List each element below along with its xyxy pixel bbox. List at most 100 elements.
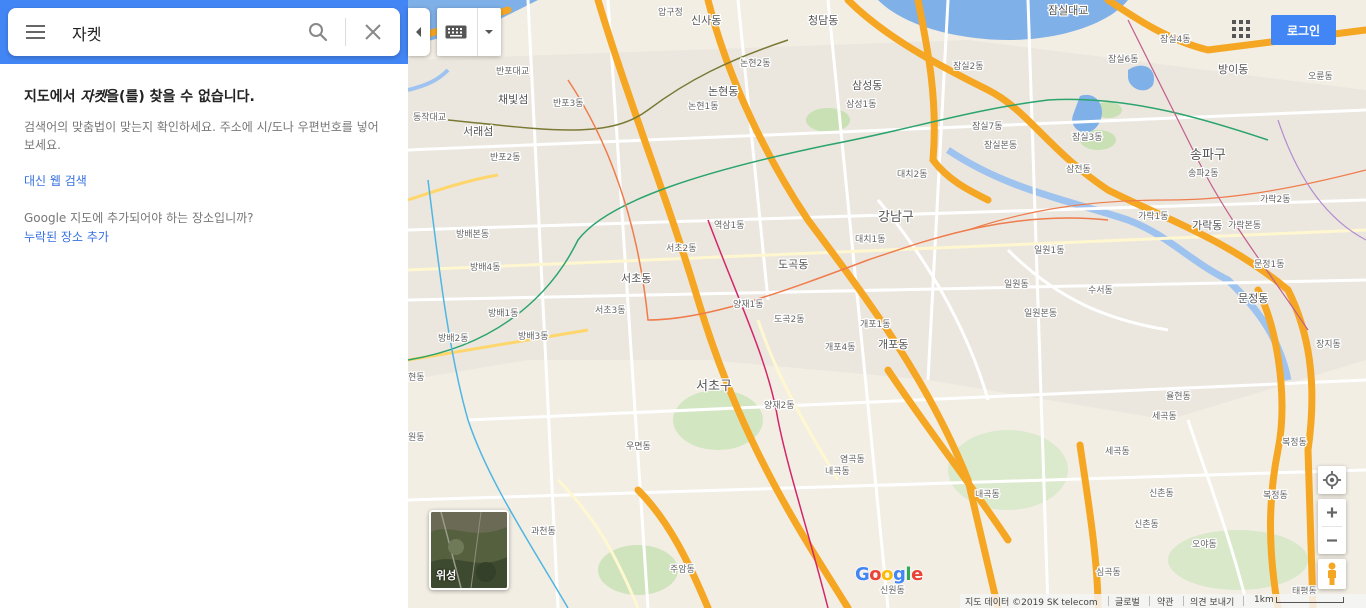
map-label: 신사동 [691, 14, 721, 27]
map-label: 세곡동 [1152, 411, 1177, 422]
my-location-button[interactable] [1318, 466, 1346, 494]
map-label: 양재1동 [733, 299, 764, 310]
map-label: 복정동 [1282, 437, 1307, 448]
satellite-label: 위성 [436, 569, 457, 582]
footer-divider [1183, 596, 1184, 606]
map-label: 반포3동 [553, 98, 584, 109]
map-label: 현동 [408, 372, 425, 383]
input-tools-button[interactable] [437, 8, 501, 56]
map-label: 방배2동 [438, 333, 469, 344]
map-label: 삼성동 [852, 79, 882, 92]
map-tiles: 강남구 서초구 송파구 신사동 청담동 논현2동 압구정 논현1동 반포대교 채… [408, 0, 1366, 608]
map-label: 청담동 [808, 14, 838, 27]
map-label: 개포4동 [825, 342, 856, 353]
search-box [8, 8, 400, 56]
map-label: 방이동 [1218, 63, 1248, 76]
map-label: 잠실대교 [1048, 4, 1088, 17]
map-label: 서초3동 [595, 305, 626, 316]
map-label: 염곡동 [840, 454, 865, 465]
terms-link[interactable]: 약관 [1157, 595, 1174, 608]
map-label: 채빛섬 [498, 93, 528, 106]
map-label: 대치1동 [855, 233, 886, 245]
map-label: 문정1동 [1254, 259, 1285, 270]
map-label: 내곡동 [825, 466, 850, 477]
map-label: 장지동 [1316, 339, 1341, 350]
street-view-pegman[interactable] [1318, 559, 1346, 589]
map-label: 가락본동 [1228, 219, 1261, 231]
map-label: 잠실7동 [972, 121, 1003, 132]
map-label: 신촌동 [1149, 488, 1174, 499]
map-label: 잠실본동 [984, 140, 1017, 151]
zoom-out-button[interactable] [1318, 527, 1346, 554]
search-input[interactable] [70, 20, 294, 46]
map-label: 방배3동 [518, 331, 549, 342]
map-label: 서초2동 [666, 243, 697, 254]
footer-divider [1149, 596, 1150, 606]
map-label: 잠실4동 [1160, 34, 1191, 45]
map-label: 송파2동 [1188, 168, 1219, 179]
global-link[interactable]: 글로벌 [1115, 595, 1140, 608]
send-feedback-link[interactable]: 의견 보내기 [1190, 595, 1234, 608]
crosshair-icon [1323, 471, 1341, 489]
map-label: 오야동 [1192, 539, 1217, 550]
map-label: 복정동 [1263, 490, 1288, 501]
keyboard-icon [445, 25, 467, 39]
map-label: 삼전동 [1066, 164, 1091, 175]
spelling-hint: 검색어의 맞춤법이 맞는지 확인하세요. 주소에 시/도나 우편번호를 넣어보세… [24, 120, 379, 152]
hamburger-menu-icon[interactable] [22, 20, 50, 44]
apps-grid-icon[interactable] [1230, 18, 1252, 40]
map-label: 과천동 [531, 526, 556, 537]
satellite-toggle[interactable]: 위성 [429, 510, 509, 590]
search-divider [345, 18, 346, 46]
map-label: 도곡동 [778, 258, 808, 271]
plus-icon [1327, 507, 1337, 518]
query-text: 자켓 [80, 89, 107, 105]
map-label: 논현동 [708, 85, 738, 98]
map-data-attribution: 지도 데이터 ©2019 SK telecom [965, 598, 1098, 608]
map-label: 압구정 [658, 6, 683, 18]
map-label-gangnam-gu: 강남구 [878, 210, 914, 225]
chevron-down-icon[interactable] [484, 28, 494, 36]
zoom-in-button[interactable] [1318, 499, 1346, 526]
map-label: 개포동 [878, 338, 908, 351]
search-icon[interactable] [306, 20, 330, 44]
map-canvas[interactable]: 강남구 서초구 송파구 신사동 청담동 논현2동 압구정 논현1동 반포대교 채… [408, 0, 1366, 608]
map-label: 원동 [408, 432, 425, 443]
map-label: 도곡2동 [774, 314, 805, 325]
footer-divider [1108, 596, 1109, 606]
map-label-songpa-gu: 송파구 [1190, 148, 1226, 163]
side-panel: 지도에서 자켓을(를) 찾을 수 없습니다. 검색어의 맞춤법이 맞는지 확인하… [0, 0, 408, 608]
scale-bar [1276, 597, 1344, 603]
map-label: 율현동 [1166, 391, 1191, 402]
map-label: 오륜동 [1308, 71, 1333, 82]
map-label: 서래섬 [463, 125, 493, 138]
map-label: 잠실3동 [1072, 132, 1103, 143]
map-label: 세곡동 [1105, 446, 1130, 457]
login-button[interactable]: 로그인 [1271, 15, 1336, 45]
close-icon[interactable] [361, 20, 385, 44]
map-label: 내곡동 [975, 489, 1000, 500]
map-label: 가락2동 [1260, 193, 1291, 205]
map-label: 잠실2동 [953, 61, 984, 72]
map-label: 일원1동 [1034, 245, 1065, 256]
map-label: 수서동 [1088, 285, 1113, 296]
no-result-title: 지도에서 자켓을(를) 찾을 수 없습니다. [24, 89, 255, 105]
map-label: 반포2동 [490, 152, 521, 163]
web-search-link[interactable]: 대신 웹 검색 [24, 172, 384, 189]
minus-icon [1327, 539, 1337, 542]
map-label: 역삼1동 [714, 220, 745, 231]
pegman-icon [1328, 562, 1336, 585]
map-label: 잠실6동 [1108, 54, 1139, 65]
scale-label[interactable]: 1km [1254, 595, 1274, 605]
footer-divider [1243, 596, 1244, 606]
google-logo: Google [855, 564, 923, 585]
map-label: 일원동 [1004, 279, 1029, 290]
collapse-panel-button[interactable] [408, 8, 430, 56]
map-label-seocho-gu: 서초구 [696, 379, 732, 394]
zoom-controls [1318, 499, 1346, 554]
chevron-left-icon [416, 27, 421, 37]
map-label: 가락1동 [1138, 210, 1169, 222]
map-label: 신촌동 [1134, 519, 1159, 530]
map-label: 반포대교 [496, 66, 529, 77]
add-missing-place-link[interactable]: 누락된 장소 추가 [24, 228, 384, 245]
